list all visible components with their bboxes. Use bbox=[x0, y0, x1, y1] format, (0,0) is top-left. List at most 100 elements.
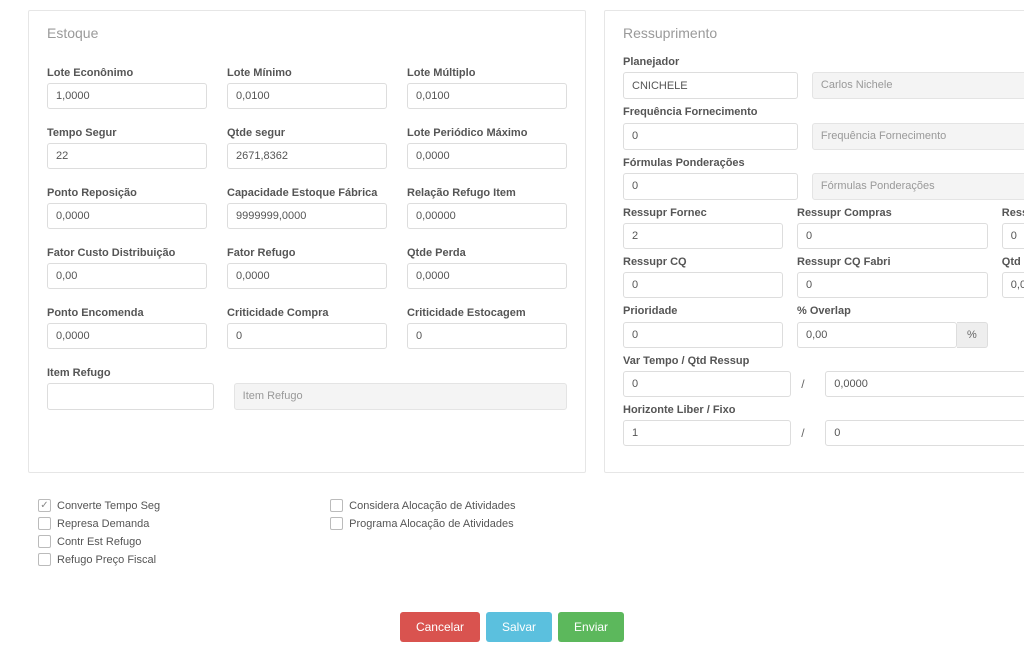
label-ressupr-cq-fabri: Ressupr CQ Fabri bbox=[797, 255, 988, 272]
input-ressupr-compras[interactable] bbox=[797, 223, 988, 249]
label-tempo-segur: Tempo Segur bbox=[47, 115, 207, 143]
label-cap-estoque-fabrica: Capacidade Estoque Fábrica bbox=[227, 175, 387, 203]
input-horizonte-liber[interactable] bbox=[623, 420, 791, 446]
label-lote-minimo: Lote Mínimo bbox=[227, 55, 387, 83]
input-cap-estoque-fabrica[interactable] bbox=[227, 203, 387, 229]
input-qtde-perda[interactable] bbox=[407, 263, 567, 289]
save-button[interactable]: Salvar bbox=[486, 612, 552, 642]
field-planejador: Planejador Carlos Nichele bbox=[623, 55, 1024, 99]
input-criticidade-compra[interactable] bbox=[227, 323, 387, 349]
field-qtde-perda: Qtde Perda bbox=[407, 235, 567, 289]
check-label: Contr Est Refugo bbox=[57, 536, 141, 548]
cancel-button[interactable]: Cancelar bbox=[400, 612, 480, 642]
checkbox-icon bbox=[330, 499, 343, 512]
input-ressupr-fabric[interactable] bbox=[1002, 223, 1024, 249]
input-relacao-refugo-item[interactable] bbox=[407, 203, 567, 229]
field-horizonte: Horizonte Liber / Fixo / bbox=[623, 403, 1024, 446]
display-planejador-name: Carlos Nichele bbox=[812, 72, 1024, 99]
label-ressupr-cq: Ressupr CQ bbox=[623, 255, 783, 272]
label-item-refugo: Item Refugo bbox=[47, 355, 567, 383]
input-lote-minimo[interactable] bbox=[227, 83, 387, 109]
field-item-refugo: Item Refugo Item Refugo bbox=[47, 355, 567, 410]
input-lote-multiplo[interactable] bbox=[407, 83, 567, 109]
send-button[interactable]: Enviar bbox=[558, 612, 624, 642]
input-prioridade[interactable] bbox=[623, 322, 783, 348]
field-var-tempo-qtd: Var Tempo / Qtd Ressup / bbox=[623, 354, 1024, 397]
check-refugo-preco-fiscal[interactable]: Refugo Preço Fiscal bbox=[38, 553, 160, 566]
label-lote-multiplo: Lote Múltiplo bbox=[407, 55, 567, 83]
estoque-title: Estoque bbox=[47, 25, 567, 41]
input-formulas[interactable] bbox=[623, 173, 798, 200]
input-ressupr-fornec[interactable] bbox=[623, 223, 783, 249]
input-planejador-code[interactable] bbox=[623, 72, 798, 99]
label-lote-economico: Lote Econônimo bbox=[47, 55, 207, 83]
input-lote-economico[interactable] bbox=[47, 83, 207, 109]
field-qtde-segur: Qtde segur bbox=[227, 115, 387, 169]
input-qtd-min-ressup[interactable] bbox=[1002, 272, 1024, 298]
check-considera-aloc[interactable]: Considera Alocação de Atividades bbox=[330, 499, 515, 512]
check-label: Programa Alocação de Atividades bbox=[349, 518, 514, 530]
input-horizonte-fixo[interactable] bbox=[825, 420, 1024, 446]
input-criticidade-estocagem[interactable] bbox=[407, 323, 567, 349]
input-fator-custo-distrib[interactable] bbox=[47, 263, 207, 289]
label-relacao-refugo-item: Relação Refugo Item bbox=[407, 175, 567, 203]
input-var-tempo[interactable] bbox=[623, 371, 791, 397]
label-planejador: Planejador bbox=[623, 55, 1024, 72]
check-converte-tempo-seg[interactable]: Converte Tempo Seg bbox=[38, 499, 160, 512]
label-ressupr-fornec: Ressupr Fornec bbox=[623, 206, 783, 223]
sep-horizonte: / bbox=[801, 426, 815, 440]
checkbox-col-right: Considera Alocação de Atividades Program… bbox=[330, 499, 515, 566]
input-lote-periodico-max[interactable] bbox=[407, 143, 567, 169]
checkbox-icon bbox=[38, 517, 51, 530]
field-fator-refugo: Fator Refugo bbox=[227, 235, 387, 289]
display-formulas: Fórmulas Ponderações bbox=[812, 173, 1024, 200]
field-overlap: % Overlap % bbox=[797, 304, 988, 347]
input-item-refugo[interactable] bbox=[47, 383, 214, 410]
input-ressupr-cq-fabri[interactable] bbox=[797, 272, 988, 298]
check-contr-est-refugo[interactable]: Contr Est Refugo bbox=[38, 535, 160, 548]
input-ponto-encomenda[interactable] bbox=[47, 323, 207, 349]
checkbox-col-left: Converte Tempo Seg Represa Demanda Contr… bbox=[38, 499, 160, 566]
field-relacao-refugo-item: Relação Refugo Item bbox=[407, 175, 567, 229]
field-criticidade-estocagem: Criticidade Estocagem bbox=[407, 295, 567, 349]
ressuprimento-title: Ressuprimento bbox=[623, 25, 1024, 41]
check-label: Represa Demanda bbox=[57, 518, 149, 530]
label-fator-custo-distrib: Fator Custo Distribuição bbox=[47, 235, 207, 263]
input-fator-refugo[interactable] bbox=[227, 263, 387, 289]
field-ressupr-fornec: Ressupr Fornec bbox=[623, 206, 783, 249]
action-bar: Cancelar Salvar Enviar bbox=[28, 612, 996, 642]
label-prioridade: Prioridade bbox=[623, 304, 783, 321]
field-fator-custo-distrib: Fator Custo Distribuição bbox=[47, 235, 207, 289]
check-represa-demanda[interactable]: Represa Demanda bbox=[38, 517, 160, 530]
label-ressupr-fabric: Ressupr Fabric bbox=[1002, 206, 1024, 223]
overlap-suffix: % bbox=[957, 322, 988, 348]
field-prioridade: Prioridade bbox=[623, 304, 783, 347]
check-label: Converte Tempo Seg bbox=[57, 500, 160, 512]
label-qtde-perda: Qtde Perda bbox=[407, 235, 567, 263]
field-tempo-segur: Tempo Segur bbox=[47, 115, 207, 169]
label-criticidade-compra: Criticidade Compra bbox=[227, 295, 387, 323]
label-qtd-min-ressup: Qtd Min Ressup bbox=[1002, 255, 1024, 272]
label-freq-fornec: Frequência Fornecimento bbox=[623, 105, 1024, 122]
sep-var-tempo: / bbox=[801, 377, 815, 391]
label-overlap: % Overlap bbox=[797, 304, 988, 321]
input-qtd-ressup[interactable] bbox=[825, 371, 1024, 397]
field-criticidade-compra: Criticidade Compra bbox=[227, 295, 387, 349]
label-ponto-reposicao: Ponto Reposição bbox=[47, 175, 207, 203]
input-qtde-segur[interactable] bbox=[227, 143, 387, 169]
input-ressupr-cq[interactable] bbox=[623, 272, 783, 298]
check-programa-aloc[interactable]: Programa Alocação de Atividades bbox=[330, 517, 515, 530]
field-lote-multiplo: Lote Múltiplo bbox=[407, 55, 567, 109]
label-ressupr-compras: Ressupr Compras bbox=[797, 206, 988, 223]
label-criticidade-estocagem: Criticidade Estocagem bbox=[407, 295, 567, 323]
checkbox-section: Converte Tempo Seg Represa Demanda Contr… bbox=[38, 499, 986, 566]
field-lote-economico: Lote Econônimo bbox=[47, 55, 207, 109]
field-formulas: Fórmulas Ponderações Fórmulas Ponderaçõe… bbox=[623, 156, 1024, 200]
label-formulas: Fórmulas Ponderações bbox=[623, 156, 1024, 173]
input-ponto-reposicao[interactable] bbox=[47, 203, 207, 229]
input-tempo-segur[interactable] bbox=[47, 143, 207, 169]
checkbox-icon bbox=[330, 517, 343, 530]
input-freq-fornec[interactable] bbox=[623, 123, 798, 150]
ressuprimento-panel: Ressuprimento Planejador Carlos Nichele … bbox=[604, 10, 1024, 473]
input-overlap[interactable] bbox=[797, 322, 957, 348]
